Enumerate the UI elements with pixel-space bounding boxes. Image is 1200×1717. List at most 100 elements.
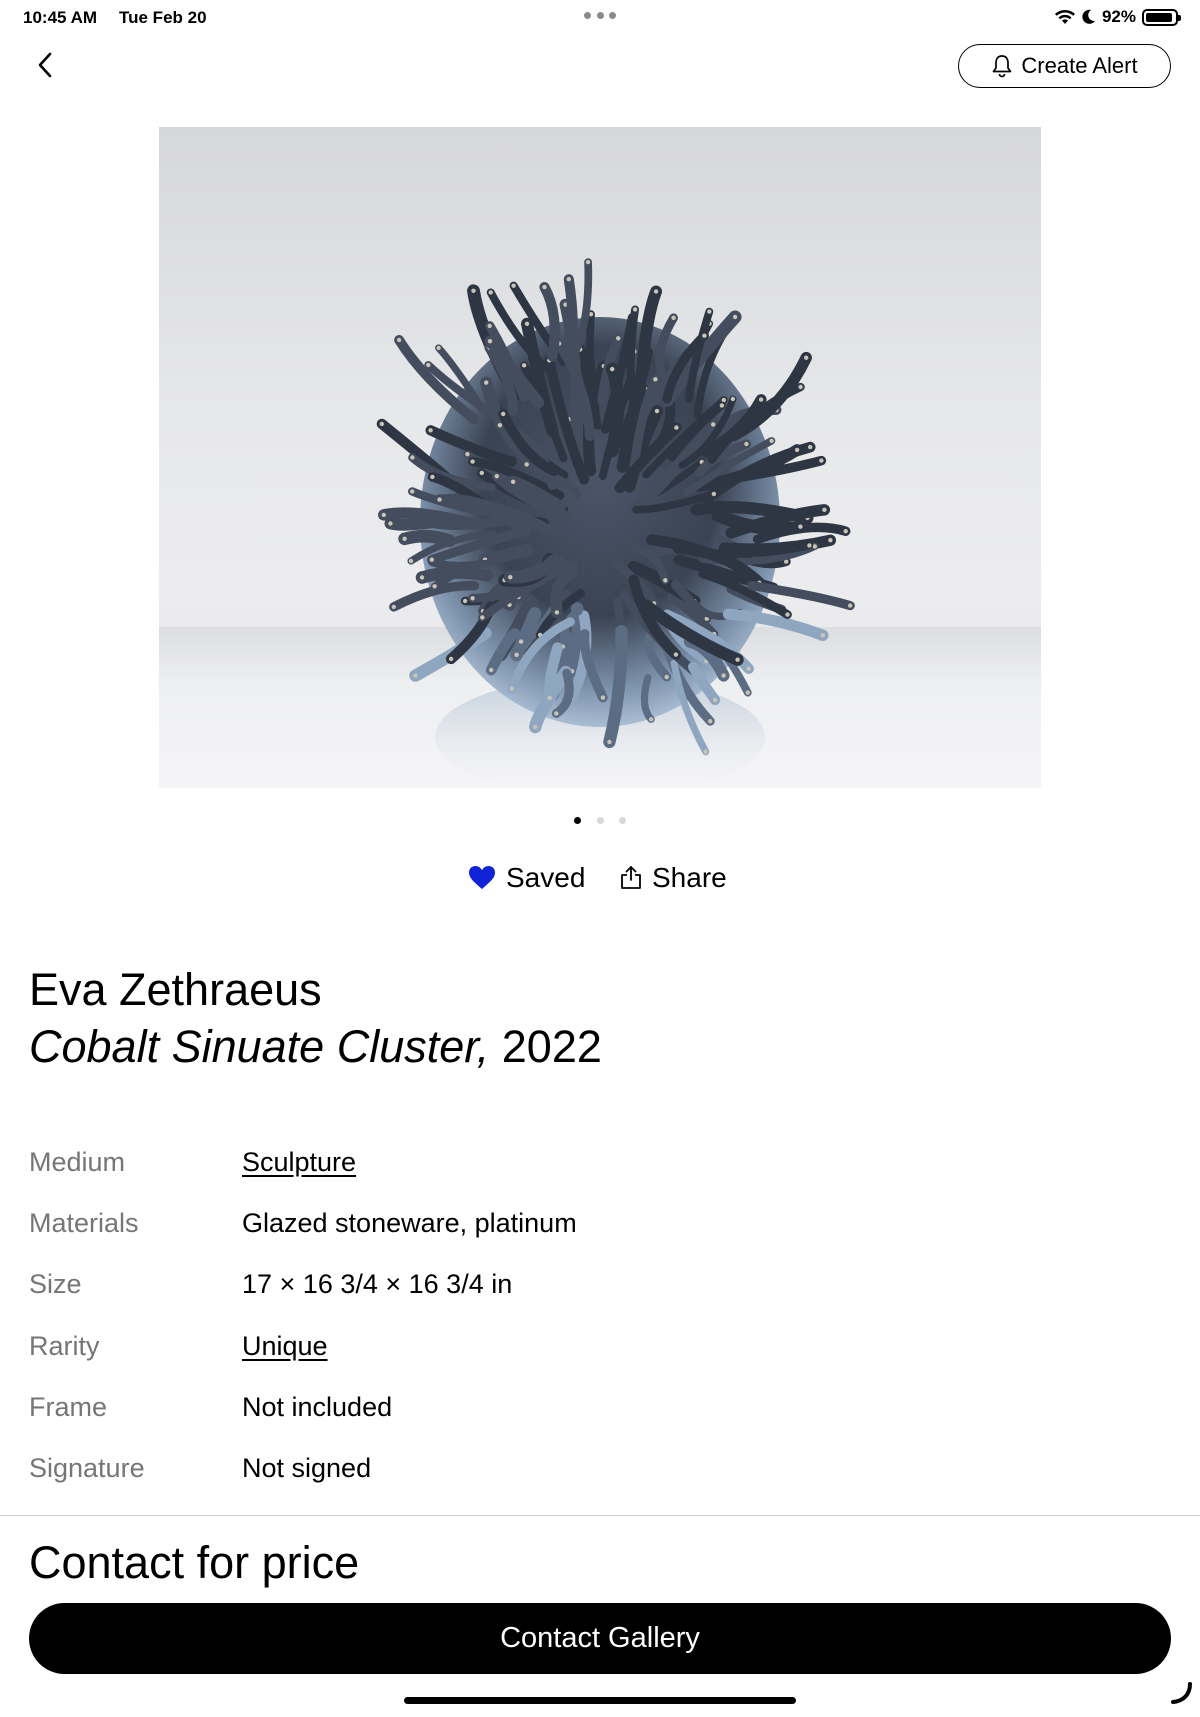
sculpture-tendril-tip bbox=[410, 489, 415, 494]
sculpture-tendril-tip bbox=[391, 604, 396, 610]
sculpture-tendril-tip bbox=[820, 633, 825, 638]
create-alert-label: Create Alert bbox=[1021, 53, 1138, 78]
sculpture-tendril-tip bbox=[497, 423, 503, 428]
share-button[interactable]: Share bbox=[620, 858, 727, 898]
sculpture-tendril-tip bbox=[794, 447, 800, 453]
battery-percent: 92% bbox=[1101, 7, 1136, 26]
sculpture-tendril-tip bbox=[719, 403, 725, 408]
artist-name[interactable]: Eva Zethraeus bbox=[29, 962, 322, 1018]
sculpture-tendril bbox=[398, 529, 456, 547]
sculpture-tendril-tip bbox=[758, 397, 764, 402]
sculpture-tendril-tip bbox=[388, 521, 393, 526]
sculpture-tendril-tip bbox=[554, 711, 559, 716]
status-indicators: 92% bbox=[1054, 6, 1181, 28]
sculpture-tendril-tip bbox=[674, 425, 679, 430]
sculpture-tendril-tip bbox=[673, 652, 679, 657]
artwork-image[interactable] bbox=[159, 127, 1041, 788]
carousel-dot[interactable] bbox=[596, 816, 604, 824]
detail-label: Size bbox=[29, 1269, 82, 1300]
home-indicator[interactable] bbox=[404, 1697, 796, 1704]
detail-row-signature: Signature Not signed bbox=[29, 1438, 1129, 1499]
detail-label: Materials bbox=[29, 1208, 139, 1239]
bell-icon bbox=[993, 55, 1012, 78]
sculpture-illustration bbox=[376, 258, 855, 788]
back-button[interactable] bbox=[28, 48, 62, 82]
sculpture-tendril-tip bbox=[487, 323, 492, 329]
sculpture-tendril-tip bbox=[798, 524, 803, 529]
sculpture-tendril-tip bbox=[524, 462, 529, 467]
carousel-dot[interactable] bbox=[574, 816, 581, 824]
sculpture-tendril-tip bbox=[819, 458, 824, 463]
sculpture-tendril-tip bbox=[533, 724, 538, 730]
detail-label: Signature bbox=[29, 1453, 145, 1484]
contact-gallery-button[interactable]: Contact Gallery bbox=[29, 1603, 1171, 1674]
heart-icon bbox=[469, 866, 495, 889]
sculpture-tendril-tip bbox=[732, 314, 738, 320]
carousel-dot[interactable] bbox=[619, 816, 626, 824]
sculpture-tendril-tip bbox=[703, 749, 708, 754]
status-date: Tue Feb 20 bbox=[119, 8, 207, 27]
sculpture-tendril-tip bbox=[484, 380, 489, 385]
detail-row-size: Size 17 × 16 3/4 × 16 3/4 in bbox=[29, 1254, 1129, 1315]
moon-icon bbox=[1082, 9, 1095, 24]
carousel-dots[interactable] bbox=[574, 815, 626, 825]
detail-row-frame: Frame Not included bbox=[29, 1377, 1129, 1438]
multitasking-dots-icon[interactable] bbox=[584, 12, 616, 20]
detail-row-materials: Materials Glazed stoneware, platinum bbox=[29, 1193, 1129, 1254]
sculpture-tendril-tip bbox=[808, 444, 813, 450]
sculpture-tendril-tip bbox=[735, 657, 740, 662]
sculpture-tendril-tip bbox=[521, 363, 527, 368]
sculpture-tendril-tip bbox=[769, 438, 774, 443]
sculpture-tendril-tip bbox=[542, 284, 547, 290]
sculpture-tendril-tip bbox=[828, 538, 833, 543]
sculpture-tendril-tip bbox=[664, 674, 669, 680]
sculpture-tendril-tip bbox=[822, 507, 827, 512]
sculpture-tendril-tip bbox=[419, 575, 425, 580]
sculpture-tendril-tip bbox=[379, 421, 384, 427]
sculpture-tendril-tip bbox=[600, 695, 606, 700]
sculpture-tendril bbox=[384, 514, 452, 531]
sculpture-tendril-tip bbox=[848, 603, 853, 608]
status-bar: 10:45 AM Tue Feb 20 92% bbox=[0, 0, 1200, 36]
artwork-page: 10:45 AM Tue Feb 20 92% Create Alert Sav… bbox=[0, 0, 1200, 1717]
sculpture-tendril-tip bbox=[711, 491, 717, 497]
sculpture-tendril-tip bbox=[501, 411, 506, 417]
sculpture-tendril-tip bbox=[426, 362, 431, 368]
sculpture-tendril-tip bbox=[479, 470, 484, 476]
sculpture-tendril-tip bbox=[671, 315, 676, 320]
sculpture-tendril-tip bbox=[547, 695, 552, 701]
detail-value-link[interactable]: Unique bbox=[242, 1331, 328, 1362]
detail-value: Not included bbox=[242, 1391, 393, 1422]
sculpture-tendril-tip bbox=[607, 739, 612, 745]
contact-gallery-label: Contact Gallery bbox=[500, 1622, 700, 1654]
sculpture-tendril-tip bbox=[514, 652, 519, 657]
sculpture-tendril-tip bbox=[812, 544, 817, 549]
sculpture-tendril-tip bbox=[488, 290, 493, 295]
artwork-details: Medium Sculpture Materials Glazed stoneware… bbox=[29, 1132, 1129, 1499]
sculpture-tendril-tip bbox=[436, 345, 441, 351]
create-alert-button[interactable]: Create Alert bbox=[958, 44, 1171, 88]
artwork-title-line: Cobalt Sinuate Cluster, 2022 bbox=[29, 1019, 602, 1075]
saved-button[interactable]: Saved bbox=[468, 858, 585, 898]
sculpture-tendril-tip bbox=[410, 455, 415, 460]
detail-value: Not signed bbox=[242, 1453, 372, 1484]
resize-handle-icon[interactable] bbox=[1168, 1680, 1194, 1706]
detail-row-medium: Medium Sculpture bbox=[29, 1132, 1129, 1193]
saved-label: Saved bbox=[506, 862, 586, 893]
sculpture-tendril-tip bbox=[470, 459, 475, 464]
sculpture-tendril-tip bbox=[744, 441, 749, 447]
sculpture-tendril-tip bbox=[494, 474, 499, 479]
sculpture-tendril-tip bbox=[471, 288, 476, 293]
share-label: Share bbox=[652, 862, 727, 893]
sculpture-tendril-tip bbox=[653, 377, 658, 382]
sculpture-tendril-tip bbox=[396, 337, 402, 343]
sculpture-tendril-tip bbox=[428, 428, 433, 433]
sculpture-tendril-tip bbox=[465, 452, 470, 457]
sculpture-tendril-tip bbox=[554, 610, 560, 615]
detail-value-link[interactable]: Sculpture bbox=[242, 1147, 356, 1178]
sculpture-tendril-tip bbox=[730, 396, 736, 402]
sculpture-tendril-tip bbox=[745, 690, 750, 695]
sculpture-tendril-tip bbox=[432, 584, 437, 589]
status-time: 10:45 AM bbox=[23, 8, 98, 27]
detail-label: Medium bbox=[29, 1147, 126, 1178]
